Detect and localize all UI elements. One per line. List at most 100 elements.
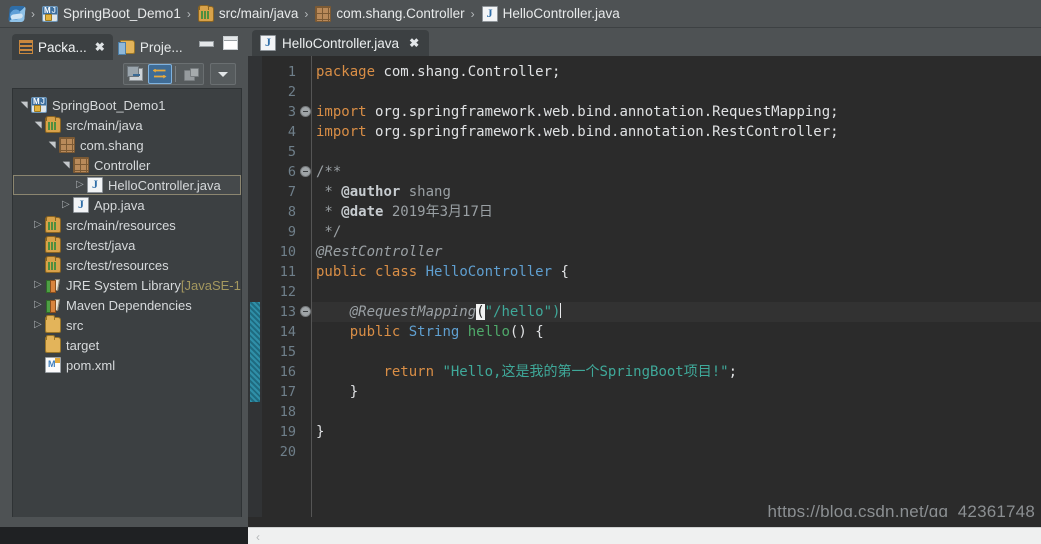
panel-tab-strip: Packa... ✖ Proje... [12, 34, 191, 60]
code-token: hello [467, 324, 510, 340]
code-line[interactable]: @RequestMapping("/hello") [312, 302, 1041, 322]
code-line[interactable] [312, 342, 1041, 362]
scroll-left-icon[interactable]: ‹ [256, 530, 260, 544]
tree-item-src-main-resources[interactable]: src/main/resources [13, 215, 241, 235]
tree-item-com-shang[interactable]: com.shang [13, 135, 241, 155]
expand-arrow-open-icon[interactable] [61, 155, 73, 175]
code-line[interactable]: } [312, 422, 1041, 442]
breadcrumb-item-com-shang-controller[interactable]: com.shang.Controller [312, 2, 467, 26]
tree-item-label: HelloController.java [108, 177, 221, 193]
panel-toolbar-group [123, 63, 204, 85]
folder-icon [45, 315, 61, 333]
breadcrumb-item-src-main-java[interactable]: src/main/java [195, 2, 302, 26]
panel-tab-proje[interactable]: Proje... [113, 34, 191, 60]
maximize-icon[interactable] [223, 36, 238, 50]
close-icon[interactable]: ✖ [409, 36, 419, 50]
code-line[interactable]: return "Hello,这是我的第一个SpringBoot项目!"; [312, 362, 1041, 382]
expand-arrow-closed-icon[interactable] [61, 195, 73, 215]
code-line[interactable] [312, 402, 1041, 422]
tree-item-app-java[interactable]: App.java [13, 195, 241, 215]
tree-item-label: src/test/resources [66, 257, 169, 273]
line-number: 11 [279, 264, 296, 280]
panel-tab-packa[interactable]: Packa... ✖ [12, 34, 113, 60]
fold-column[interactable] [298, 56, 312, 532]
expand-arrow-closed-icon[interactable] [33, 315, 45, 335]
code-token: "Hello,这是我的第一个SpringBoot项目!" [442, 364, 729, 380]
breadcrumb-item-springboot-demo1[interactable]: SpringBoot_Demo1 [39, 2, 184, 26]
code-token: @RequestMapping [349, 304, 477, 320]
code-line[interactable] [312, 282, 1041, 302]
code-line[interactable]: @RestController [312, 242, 1041, 262]
expand-arrow-open-icon[interactable] [47, 135, 59, 155]
code-token: ) [552, 304, 561, 320]
editor-bottom-filler [248, 517, 1041, 527]
fold-collapse-icon[interactable] [300, 166, 311, 177]
package-icon [73, 157, 89, 173]
line-number: 10 [279, 244, 296, 260]
line-number: 3 [287, 104, 296, 120]
source-folder-icon [45, 256, 61, 273]
code-token: * [316, 184, 342, 200]
expand-arrow-closed-icon[interactable] [33, 275, 45, 295]
tree-item-pom-xml[interactable]: pom.xml [13, 355, 241, 375]
tree-item-label: Controller [94, 157, 151, 173]
code-line[interactable]: import org.springframework.web.bind.anno… [312, 122, 1041, 142]
code-line[interactable]: } [312, 382, 1041, 402]
line-number: 12 [279, 284, 296, 300]
code-line[interactable]: import org.springframework.web.bind.anno… [312, 102, 1041, 122]
close-icon[interactable]: ✖ [95, 40, 105, 54]
code-line[interactable] [312, 82, 1041, 102]
tree-item-target[interactable]: target [13, 335, 241, 355]
view-filter-button[interactable] [179, 64, 203, 84]
tree-item-jre-system-library[interactable]: JRE System Library [JavaSE-1 [13, 275, 241, 295]
code-viewport[interactable]: 1 2 3 4 5 6 7 8 9 10 11 12 13 14 15 16 17 18 19 20 package … [248, 56, 1041, 544]
collapse-all-button[interactable] [124, 64, 148, 84]
fold-collapse-icon[interactable] [300, 306, 311, 317]
expand-arrow-closed-icon[interactable] [33, 215, 45, 235]
horizontal-scrollbar[interactable]: ‹ [248, 527, 1041, 544]
breadcrumb-item-hellocontroller-java[interactable]: HelloController.java [479, 2, 623, 26]
expand-arrow-closed-icon[interactable] [33, 295, 45, 315]
code-token: org.springframework.web.bind.annotation.… [366, 104, 839, 120]
line-number: 19 [279, 424, 296, 440]
tree-item-src[interactable]: src [13, 315, 241, 335]
breadcrumb-item-root[interactable] [6, 2, 28, 26]
code-line[interactable]: package com.shang.Controller; [312, 62, 1041, 82]
source-folder-icon [45, 116, 61, 133]
tree-item-hellocontroller-java[interactable]: HelloController.java [13, 175, 241, 195]
tree-item-label: target [66, 337, 100, 353]
tree-item-maven-dependencies[interactable]: Maven Dependencies [13, 295, 241, 315]
code-token: /** [316, 164, 342, 180]
code-token: } [316, 384, 359, 400]
tree-item-src-main-java[interactable]: src/main/java [13, 115, 241, 135]
source-folder-icon [45, 216, 61, 233]
text-caret [560, 303, 562, 318]
expand-arrow-open-icon[interactable] [33, 115, 45, 135]
tree-item-controller[interactable]: Controller [13, 155, 241, 175]
code-text[interactable]: package com.shang.Controller; import org.… [312, 56, 1041, 532]
expand-arrow-open-icon[interactable] [19, 95, 31, 115]
code-line[interactable]: */ [312, 222, 1041, 242]
code-line[interactable]: * @date 2019年3月17日 [312, 202, 1041, 222]
tree-item-springboot-demo1[interactable]: SpringBoot_Demo1 [13, 95, 241, 115]
tree-item-label: src/main/java [66, 117, 143, 133]
breadcrumb-item-label: com.shang.Controller [336, 6, 465, 21]
line-number-gutter: 1 2 3 4 5 6 7 8 9 10 11 12 13 14 15 16 17 18 19 20 [262, 56, 298, 532]
tree-item-src-test-java[interactable]: src/test/java [13, 235, 241, 255]
code-line[interactable]: * @author shang [312, 182, 1041, 202]
editor-tab-hellocontroller[interactable]: HelloController.java ✖ [252, 30, 430, 56]
code-line[interactable]: /** [312, 162, 1041, 182]
code-line[interactable] [312, 142, 1041, 162]
code-line[interactable]: public String hello() { [312, 322, 1041, 342]
link-with-editor-button[interactable] [148, 64, 172, 84]
project-tree[interactable]: SpringBoot_Demo1 src/main/java com.shang Co… [12, 88, 242, 534]
package-icon [315, 5, 332, 22]
code-line[interactable]: public class HelloController { [312, 262, 1041, 282]
project-icon [31, 97, 47, 113]
code-line[interactable] [312, 442, 1041, 462]
expand-arrow-closed-icon[interactable] [75, 175, 87, 195]
minimize-icon[interactable] [198, 36, 214, 50]
view-menu-button[interactable] [210, 63, 236, 85]
tree-item-src-test-resources[interactable]: src/test/resources [13, 255, 241, 275]
fold-collapse-icon[interactable] [300, 106, 311, 117]
